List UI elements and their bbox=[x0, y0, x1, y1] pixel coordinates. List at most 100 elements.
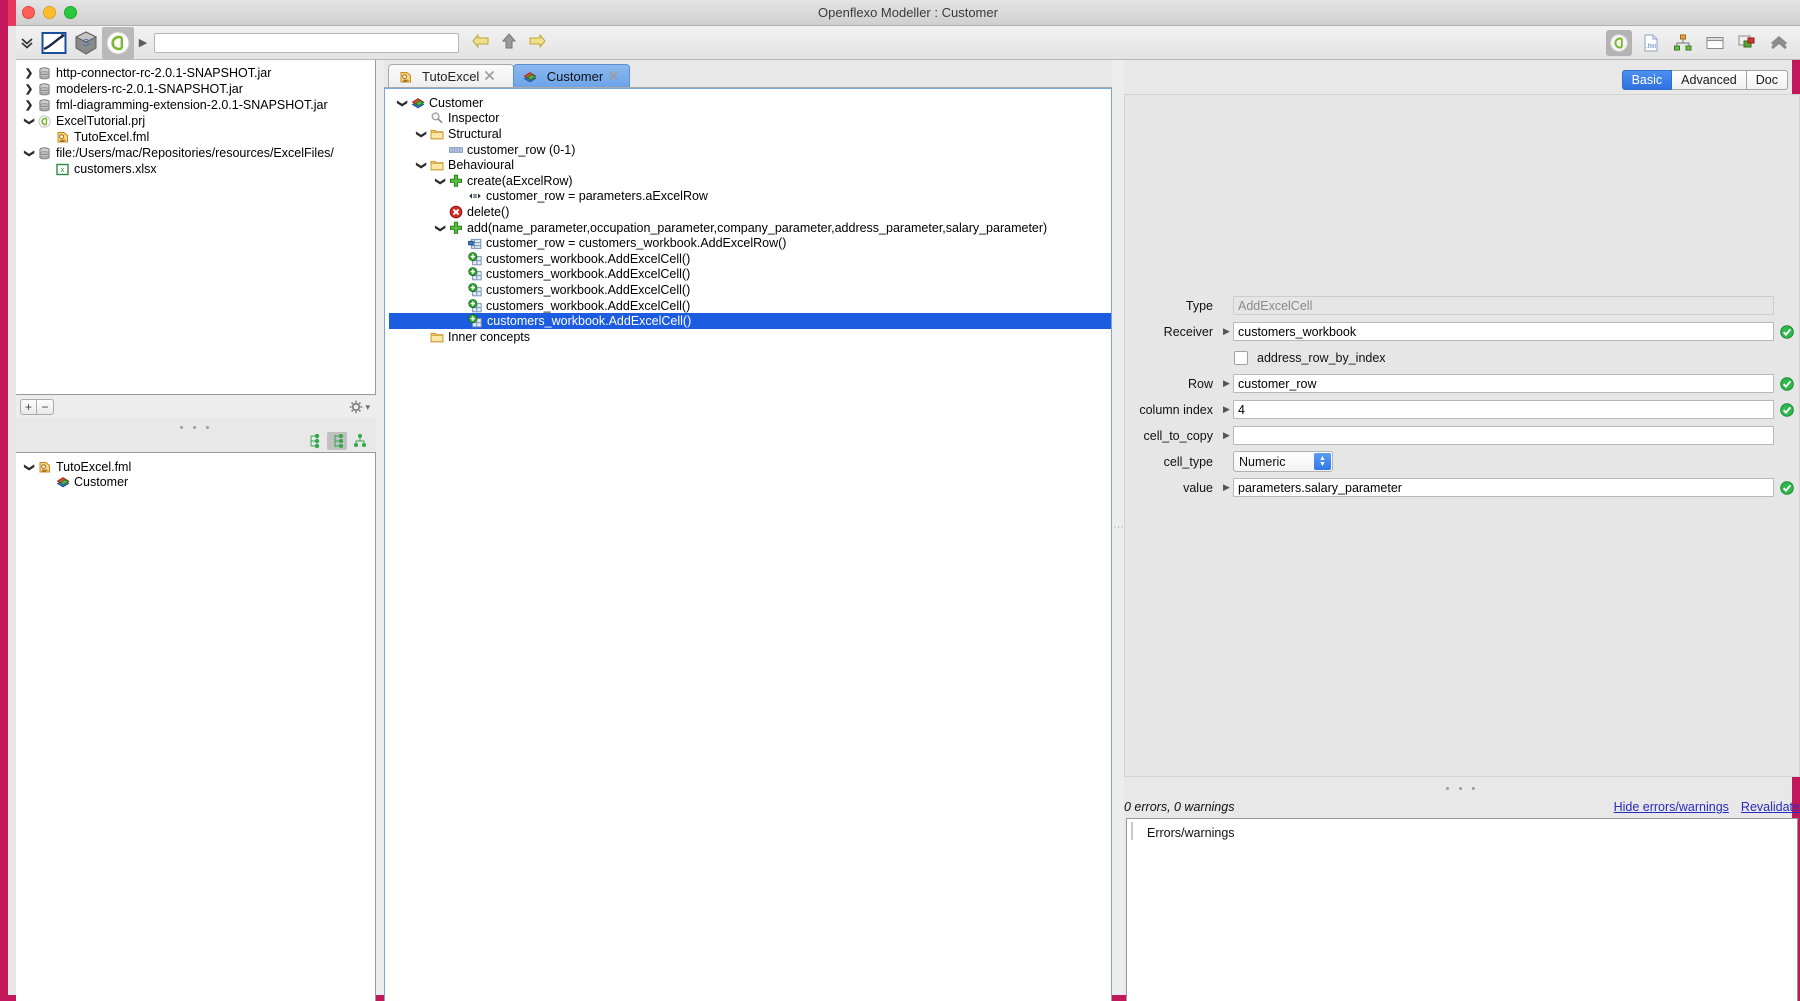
concept-tree-row[interactable]: customers_workbook.AddExcelCell() bbox=[389, 313, 1111, 329]
tree-twisty-open-icon[interactable] bbox=[22, 147, 36, 159]
fml-file-icon[interactable]: .fml bbox=[1638, 30, 1664, 56]
collapse-up-icon[interactable] bbox=[1766, 30, 1792, 56]
center-panel: TutoExcelCustomer CustomerInspectorStruc… bbox=[384, 60, 1112, 1001]
tree-twisty-open-icon[interactable] bbox=[414, 128, 428, 140]
tree-twisty-open-icon[interactable] bbox=[22, 115, 36, 127]
window-icon[interactable] bbox=[1702, 30, 1728, 56]
tree-twisty-open-icon[interactable] bbox=[22, 461, 36, 473]
inspector-field-label: Receiver bbox=[1163, 324, 1213, 339]
errors-list-box[interactable]: Errors/warnings bbox=[1126, 818, 1798, 1001]
concept-tree-row[interactable]: delete() bbox=[389, 204, 1111, 220]
concept-tree-row[interactable]: customer_row (0-1) bbox=[389, 142, 1111, 158]
inspector-tab-advanced[interactable]: Advanced bbox=[1672, 70, 1747, 90]
library-tree-row[interactable]: ExcelTutorial.prj bbox=[20, 113, 375, 129]
tree-twisty-closed-icon[interactable] bbox=[22, 83, 36, 95]
inspector-field-address-row-by-index: address_row_by_index bbox=[1125, 347, 1800, 368]
inspector-tab-basic[interactable]: Basic bbox=[1621, 70, 1673, 90]
expand-binding-icon[interactable]: ▶ bbox=[1220, 482, 1233, 493]
inspector-input-receiver[interactable] bbox=[1233, 322, 1774, 341]
toolbar-search-input[interactable] bbox=[154, 32, 459, 53]
inspector-input-row[interactable] bbox=[1233, 374, 1774, 393]
editor-tab-tutoexcel[interactable]: TutoExcel bbox=[388, 64, 514, 88]
tree-twisty-open-icon[interactable] bbox=[395, 97, 409, 109]
close-icon[interactable] bbox=[484, 70, 495, 84]
fml-model-tree[interactable]: TutoExcel.fmlCustomer bbox=[16, 452, 376, 1001]
library-tree-row[interactable]: TutoExcel.fml bbox=[20, 129, 375, 145]
window-titlebar: Openflexo Modeller : Customer bbox=[8, 0, 1800, 26]
library-tree-row[interactable]: x customers.xlsx bbox=[20, 161, 375, 177]
diagram-perspective-icon[interactable] bbox=[1734, 30, 1760, 56]
right-vertical-splitter[interactable]: ⋮ bbox=[1112, 60, 1124, 995]
revalidate-link[interactable]: Revalidate bbox=[1741, 800, 1800, 814]
concept-tree-row[interactable]: Inspector bbox=[389, 111, 1111, 127]
inspector-input-cell-to-copy[interactable] bbox=[1233, 426, 1774, 445]
folder-icon bbox=[428, 330, 445, 344]
check-circle-icon bbox=[1779, 376, 1795, 391]
concept-structure-tree[interactable]: CustomerInspectorStructuralcustomer_row … bbox=[384, 88, 1112, 1001]
triangle-right-icon[interactable]: ▶ bbox=[134, 28, 152, 58]
arrow-left-icon[interactable] bbox=[471, 33, 491, 52]
library-tree-row[interactable]: http-connector-rc-2.0.1-SNAPSHOT.jar bbox=[20, 65, 375, 81]
concept-tree-row[interactable]: customers_workbook.AddExcelCell() bbox=[389, 298, 1111, 314]
view-mode-tree-icon[interactable] bbox=[327, 432, 347, 450]
left-vertical-splitter[interactable] bbox=[376, 60, 384, 995]
inspector-panel: BasicAdvancedDoc Type Receiver ▶ address_ro… bbox=[1124, 60, 1800, 1001]
fml-tree-row[interactable]: TutoExcel.fml bbox=[20, 459, 375, 475]
inspector-tab-doc[interactable]: Doc bbox=[1746, 70, 1788, 90]
errors-box-title: Errors/warnings bbox=[1131, 822, 1797, 840]
concept-tree-row[interactable]: Inner concepts bbox=[389, 329, 1111, 345]
hierarchy-icon[interactable] bbox=[1670, 30, 1696, 56]
concept-tree-row[interactable]: Customer bbox=[389, 95, 1111, 111]
stepper-arrows-icon[interactable]: ▲ ▼ bbox=[1314, 453, 1331, 470]
inspector-form: TypeReceiver▶address_row_by_indexRow▶col… bbox=[1124, 94, 1800, 777]
tree-twisty-closed-icon[interactable] bbox=[22, 99, 36, 111]
concept-tree-row[interactable]: Behavioural bbox=[389, 157, 1111, 173]
assign-icon bbox=[466, 189, 483, 203]
concept-tree-row[interactable]: customers_workbook.AddExcelCell() bbox=[389, 282, 1111, 298]
addcell-icon bbox=[466, 283, 483, 297]
editor-tab-customer[interactable]: Customer bbox=[512, 64, 631, 88]
arrow-right-icon[interactable] bbox=[527, 33, 547, 52]
hide-errors-link[interactable]: Hide errors/warnings bbox=[1614, 800, 1729, 814]
concept-tree-row[interactable]: customers_workbook.AddExcelCell() bbox=[389, 251, 1111, 267]
concept-tree-row[interactable]: customers_workbook.AddExcelCell() bbox=[389, 267, 1111, 283]
expand-binding-icon[interactable]: ▶ bbox=[1220, 378, 1233, 389]
library-settings-button[interactable]: ▾ bbox=[349, 400, 370, 414]
inspector-splitter-handle[interactable]: • • • bbox=[1124, 782, 1800, 796]
expand-binding-icon[interactable]: ▶ bbox=[1220, 430, 1233, 441]
openflexo-logo-icon[interactable] bbox=[38, 27, 70, 59]
tree-twisty-open-icon[interactable] bbox=[433, 222, 447, 234]
openflexo-ci-icon[interactable] bbox=[102, 26, 134, 59]
perspective-ci-icon[interactable] bbox=[1606, 29, 1632, 56]
address-row-by-index-checkbox[interactable] bbox=[1234, 350, 1248, 365]
diagram-cube-icon[interactable]: S bbox=[70, 27, 102, 59]
library-tree-row[interactable]: fml-diagramming-extension-2.0.1-SNAPSHOT… bbox=[20, 97, 375, 113]
library-tree-row[interactable]: modelers-rc-2.0.1-SNAPSHOT.jar bbox=[20, 81, 375, 97]
tree-twisty-open-icon[interactable] bbox=[433, 175, 447, 187]
view-mode-list-icon[interactable] bbox=[304, 432, 324, 450]
inspector-input-value[interactable] bbox=[1233, 478, 1774, 497]
expand-binding-icon[interactable]: ▶ bbox=[1220, 404, 1233, 415]
view-mode-graph-icon[interactable] bbox=[350, 432, 370, 450]
library-add-button[interactable]: + bbox=[20, 399, 37, 415]
inspector-input-column-index[interactable] bbox=[1233, 400, 1774, 419]
tree-twisty-closed-icon[interactable] bbox=[22, 67, 36, 79]
arrow-up-icon[interactable] bbox=[501, 33, 517, 52]
editor-tab-label: TutoExcel bbox=[422, 69, 480, 84]
concept-tree-row[interactable]: customer_row = customers_workbook.AddExc… bbox=[389, 235, 1111, 251]
expand-binding-icon[interactable]: ▶ bbox=[1220, 326, 1233, 337]
library-remove-button[interactable]: − bbox=[37, 399, 54, 415]
fml-tree-row[interactable]: Customer bbox=[20, 475, 375, 491]
resource-library-tree[interactable]: http-connector-rc-2.0.1-SNAPSHOT.jar mode… bbox=[16, 60, 376, 395]
concept-tree-row[interactable]: customer_row = parameters.aExcelRow bbox=[389, 189, 1111, 205]
concept-tree-row[interactable]: add(name_parameter,occupation_parameter,… bbox=[389, 220, 1111, 236]
double-chevron-down-icon[interactable] bbox=[16, 28, 38, 58]
addcell-icon bbox=[466, 251, 483, 266]
tree-twisty-open-icon[interactable] bbox=[414, 159, 428, 171]
xlsx-icon: x bbox=[54, 162, 71, 176]
close-icon[interactable] bbox=[608, 70, 619, 84]
concept-tree-row[interactable]: Structural bbox=[389, 126, 1111, 142]
cell-type-select[interactable]: Numeric ▲ ▼ bbox=[1233, 451, 1333, 472]
concept-tree-row[interactable]: create(aExcelRow) bbox=[389, 173, 1111, 189]
library-tree-row[interactable]: file:/Users/mac/Repositories/resources/E… bbox=[20, 145, 375, 161]
